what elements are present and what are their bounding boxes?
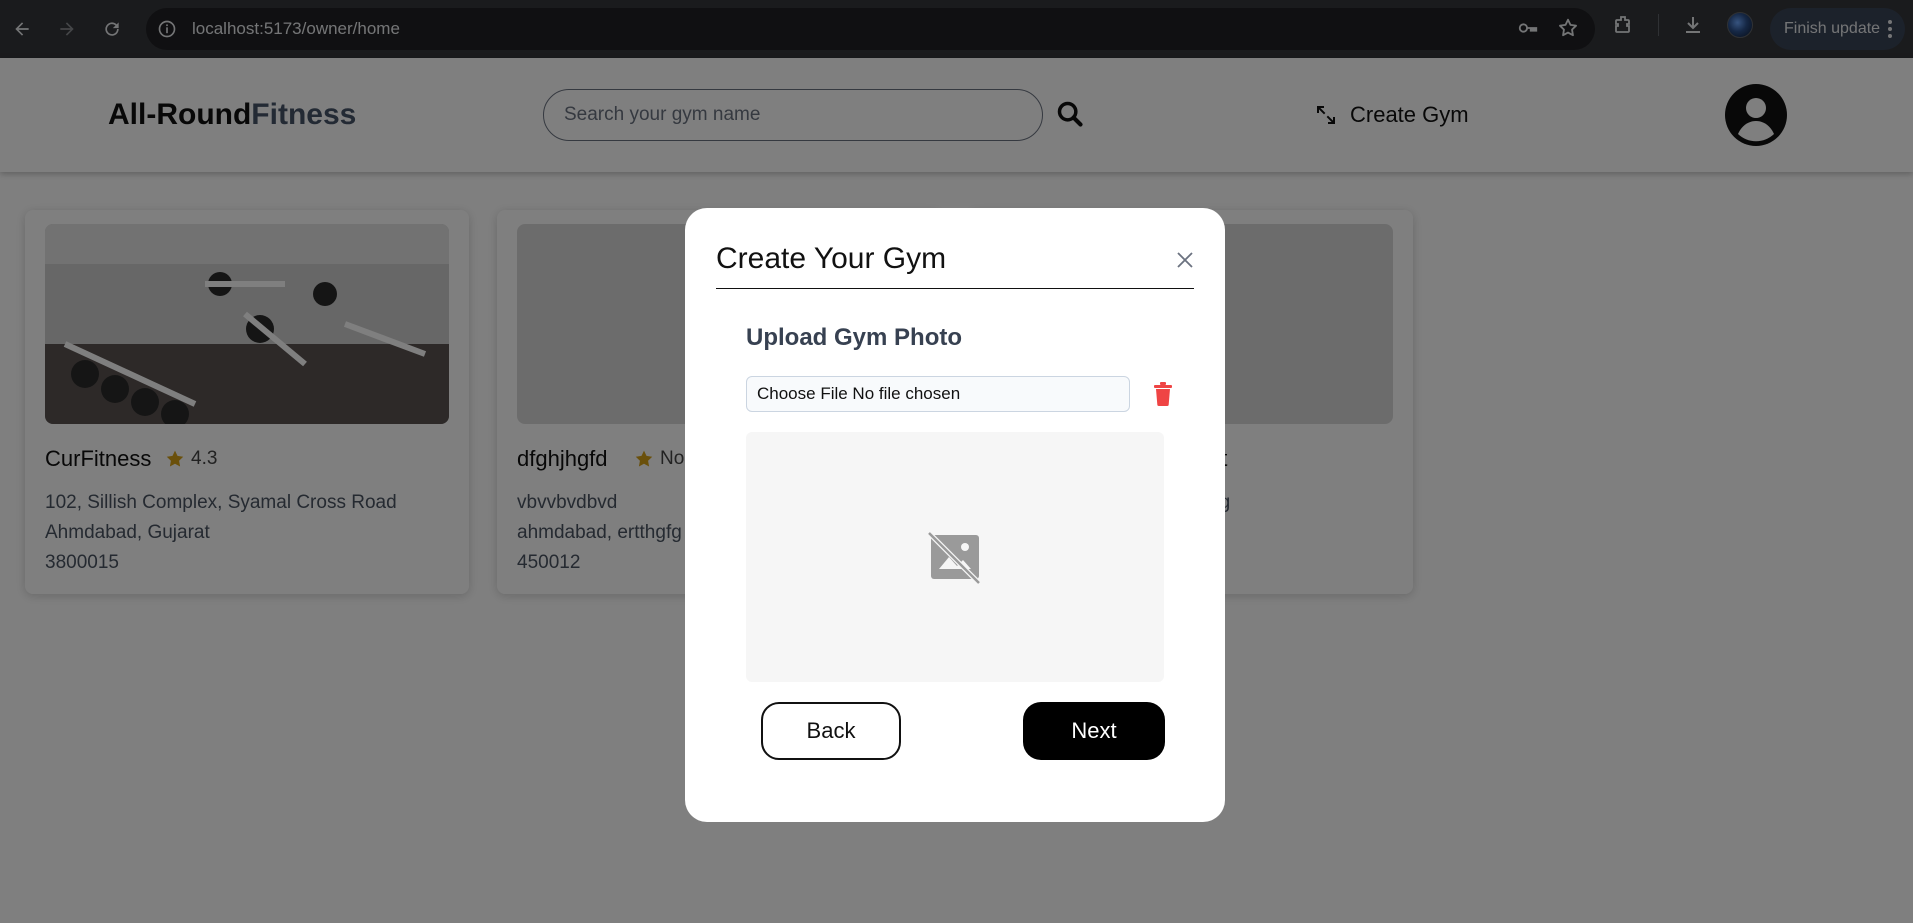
- file-input-text: Choose File No file chosen: [757, 384, 961, 403]
- trash-icon[interactable]: [1152, 382, 1174, 406]
- photo-preview: [746, 432, 1164, 682]
- next-button[interactable]: Next: [1023, 702, 1165, 760]
- create-gym-modal: Create Your Gym Upload Gym Photo Choose …: [685, 208, 1225, 822]
- upload-section-title: Upload Gym Photo: [746, 324, 962, 351]
- close-icon[interactable]: [1175, 250, 1195, 270]
- gym-photo-file-input[interactable]: Choose File No file chosen: [746, 376, 1130, 412]
- no-image-icon: [927, 531, 981, 585]
- modal-title: Create Your Gym: [716, 242, 947, 275]
- back-button[interactable]: Back: [761, 702, 901, 760]
- title-divider: [716, 288, 1194, 289]
